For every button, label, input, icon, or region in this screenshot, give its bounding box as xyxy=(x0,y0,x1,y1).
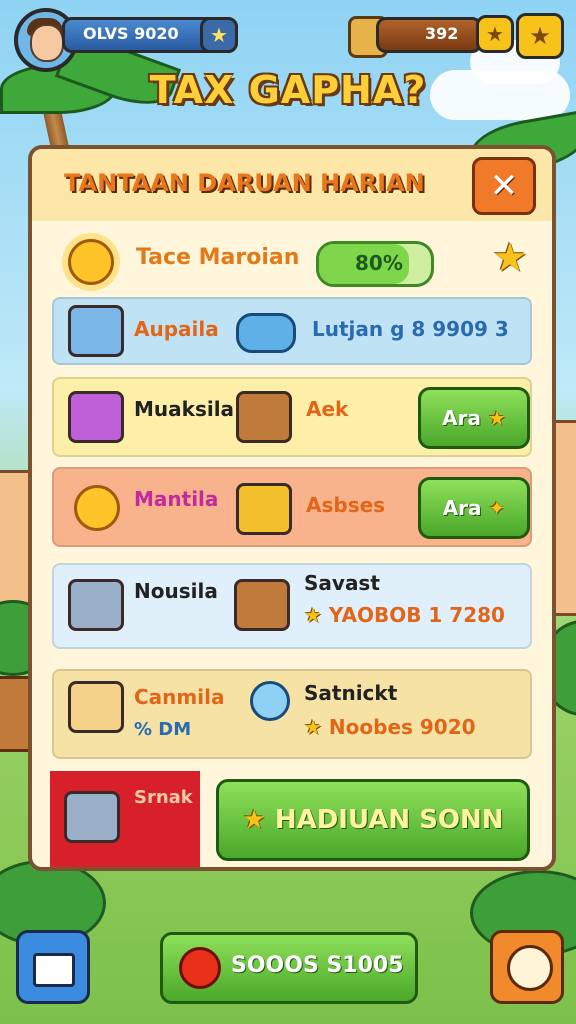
box-icon xyxy=(68,305,124,357)
close-icon: ✕ xyxy=(489,166,519,206)
quest-row[interactable]: Nousila Savast ★ YAOBOB 1 7280 xyxy=(52,563,532,649)
quest-label: Muaksila xyxy=(134,397,235,421)
quest-label: Nousila xyxy=(134,579,218,603)
gift-box-icon xyxy=(68,391,124,443)
currency-value-text: 392 xyxy=(425,24,459,43)
quest-detail: Aek xyxy=(306,397,349,421)
quest-sub: % DM xyxy=(134,719,192,740)
quest-row[interactable]: Canmila % DM Satnickt ★ Noobes 9020 xyxy=(52,669,532,759)
daily-label: Tace Maroian xyxy=(136,245,300,270)
claim-button[interactable]: Ara ✦ xyxy=(418,477,530,539)
quest-row[interactable]: Muaksila Aek Ara ★ xyxy=(52,377,532,457)
quest-detail: Lutjan g 8 9909 3 xyxy=(312,317,509,341)
quest-detail-title: Savast xyxy=(304,571,380,595)
reward-line: ★ Noobes 9020 xyxy=(304,715,476,739)
claim-button-label: Ara xyxy=(442,406,481,430)
apple-icon xyxy=(179,947,221,989)
daily-progress-bar: 80% xyxy=(316,241,434,287)
sun-icon xyxy=(68,239,114,285)
footer-left-tile: Srnak xyxy=(50,771,200,867)
close-button[interactable]: ✕ xyxy=(472,157,536,215)
main-action-button[interactable]: ★ HADIUAN SONN xyxy=(216,779,530,861)
star-icon: ★ xyxy=(492,235,528,281)
coins-button[interactable]: SOOOS S1005 xyxy=(160,932,418,1004)
quest-label: Canmila xyxy=(134,685,225,709)
help-icon xyxy=(507,945,553,991)
favorites-button[interactable]: ★ xyxy=(516,13,564,59)
player-value-text: OLVS 9020 xyxy=(83,24,179,43)
star-icon: ✦ xyxy=(488,496,506,520)
main-action-label: HADIUAN SONN xyxy=(274,805,504,835)
quest-detail: Asbses xyxy=(306,493,386,517)
bag-icon xyxy=(236,391,292,443)
quest-row[interactable]: Aupaila Lutjan g 8 9909 3 xyxy=(52,297,532,365)
daily-progress-row: Tace Maroian 80% ★ xyxy=(52,231,532,291)
quest-label: Mantila xyxy=(134,487,219,511)
star-icon: ★ xyxy=(242,805,266,835)
quest-label: Aupaila xyxy=(134,317,219,341)
basket-icon xyxy=(68,681,124,733)
game-title: TAX GAPHA? xyxy=(149,68,427,112)
star-icon: ★ xyxy=(304,603,322,627)
quest-row[interactable]: Mantila Asbses Ara ✦ xyxy=(52,467,532,547)
chest-icon xyxy=(234,579,290,631)
currency-add-button[interactable]: ★ xyxy=(476,15,514,53)
reward-line: ★ YAOBOB 1 7280 xyxy=(304,603,505,627)
panel-header: TANTAAN DARUAN HARIAN ✕ xyxy=(32,149,552,221)
help-button[interactable] xyxy=(490,930,564,1004)
claim-button-label: Ara xyxy=(442,496,482,520)
star-icon: ★ xyxy=(487,406,506,430)
quest-detail-title: Satnickt xyxy=(304,681,398,705)
currency-bar: 392 xyxy=(376,17,482,53)
coins-text: SOOOS S1005 xyxy=(231,953,404,978)
panel-title: TANTAAN DARUAN HARIAN xyxy=(64,169,425,197)
home-button[interactable] xyxy=(16,930,90,1004)
player-value-add-button[interactable]: ★ xyxy=(200,17,238,53)
device-icon xyxy=(68,579,124,631)
sun-icon xyxy=(74,485,120,531)
potion-icon xyxy=(236,483,292,535)
magnifier-icon xyxy=(250,681,290,721)
home-icon xyxy=(33,953,75,987)
chest-icon xyxy=(64,791,120,843)
star-icon: ★ xyxy=(210,23,228,47)
footer-label: Srnak xyxy=(134,787,193,808)
claim-button[interactable]: Ara ★ xyxy=(418,387,530,449)
quest-detail: YAOBOB 1 7280 xyxy=(328,603,505,627)
quest-detail: Noobes 9020 xyxy=(328,715,476,739)
scroll-icon xyxy=(236,313,296,353)
progress-text: 80% xyxy=(355,251,403,275)
star-icon: ★ xyxy=(304,715,322,739)
star-icon: ★ xyxy=(486,22,504,46)
daily-quest-panel: TANTAAN DARUAN HARIAN ✕ Tace Maroian 80%… xyxy=(28,145,556,871)
star-icon: ★ xyxy=(529,22,551,50)
